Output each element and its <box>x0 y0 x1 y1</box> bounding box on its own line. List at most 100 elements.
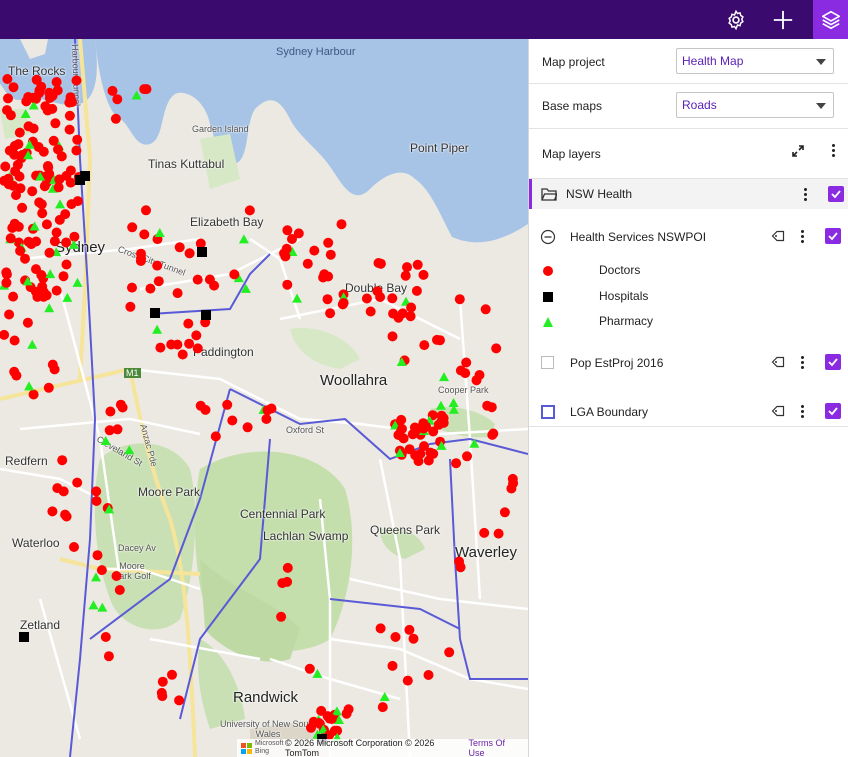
doctor-marker[interactable] <box>304 663 315 674</box>
doctor-marker[interactable] <box>71 75 82 86</box>
group-menu-button[interactable] <box>803 188 807 201</box>
doctor-marker[interactable] <box>47 359 58 370</box>
doctor-marker[interactable] <box>425 447 436 458</box>
doctor-marker[interactable] <box>474 370 485 380</box>
doctor-marker[interactable] <box>499 507 510 518</box>
doctor-marker[interactable] <box>184 248 195 259</box>
doctor-marker[interactable] <box>262 405 273 416</box>
doctor-marker[interactable] <box>52 483 63 494</box>
doctor-marker[interactable] <box>3 173 14 184</box>
doctor-marker[interactable] <box>71 145 82 156</box>
doctor-marker[interactable] <box>107 85 118 96</box>
doctor-marker[interactable] <box>438 417 449 428</box>
doctor-marker[interactable] <box>318 272 329 283</box>
doctor-marker[interactable] <box>282 225 293 236</box>
doctor-marker[interactable] <box>91 486 102 497</box>
doctor-marker[interactable] <box>58 271 69 282</box>
doctor-marker[interactable] <box>210 431 221 442</box>
doctor-marker[interactable] <box>33 142 44 152</box>
doctor-marker[interactable] <box>9 335 20 346</box>
doctor-marker[interactable] <box>387 331 398 342</box>
doctor-marker[interactable] <box>9 366 20 377</box>
doctor-marker[interactable] <box>139 229 150 240</box>
doctor-marker[interactable] <box>486 402 497 413</box>
doctor-marker[interactable] <box>282 576 293 587</box>
pharmacy-marker[interactable] <box>100 436 111 446</box>
doctor-marker[interactable] <box>397 423 407 434</box>
doctor-marker[interactable] <box>15 245 26 256</box>
doctor-marker[interactable] <box>51 285 62 296</box>
doctor-marker[interactable] <box>136 253 147 264</box>
doctor-marker[interactable] <box>69 542 79 552</box>
doctor-marker[interactable] <box>418 269 429 280</box>
doctor-marker[interactable] <box>47 506 58 517</box>
doctor-marker[interactable] <box>41 219 52 230</box>
doctor-marker[interactable] <box>17 202 28 213</box>
doctor-marker[interactable] <box>2 74 13 84</box>
layer-group-nsw-health[interactable]: NSW Health <box>529 179 848 209</box>
doctor-marker[interactable] <box>402 675 413 686</box>
doctor-marker[interactable] <box>174 242 185 253</box>
doctor-marker[interactable] <box>451 458 462 469</box>
doctor-marker[interactable] <box>48 135 59 146</box>
doctor-marker[interactable] <box>115 399 126 410</box>
doctor-marker[interactable] <box>41 290 52 301</box>
doctor-marker[interactable] <box>192 274 203 285</box>
doctor-marker[interactable] <box>396 414 407 425</box>
pharmacy-marker[interactable] <box>20 109 31 119</box>
layers-button[interactable] <box>813 0 848 39</box>
doctor-marker[interactable] <box>114 585 125 595</box>
doctor-marker[interactable] <box>423 670 434 680</box>
doctor-marker[interactable] <box>282 562 293 573</box>
pharmacy-marker[interactable] <box>292 293 303 303</box>
hospital-marker[interactable] <box>75 175 85 185</box>
doctor-marker[interactable] <box>51 227 62 238</box>
doctor-marker[interactable] <box>8 291 19 302</box>
doctor-marker[interactable] <box>293 228 304 239</box>
doctor-marker[interactable] <box>28 389 39 400</box>
doctor-marker[interactable] <box>42 105 53 116</box>
doctor-marker[interactable] <box>200 404 211 415</box>
doctor-marker[interactable] <box>60 209 71 220</box>
doctor-marker[interactable] <box>141 205 151 216</box>
doctor-marker[interactable] <box>479 527 490 538</box>
doctor-marker[interactable] <box>184 338 195 349</box>
doctor-marker[interactable] <box>412 259 423 270</box>
doctor-marker[interactable] <box>373 258 384 268</box>
doctor-marker[interactable] <box>404 624 415 635</box>
layer-pop-estproj[interactable]: Pop EstProj 2016 <box>529 347 848 377</box>
map-layers-menu-button[interactable] <box>831 144 835 157</box>
layer-lga-boundary[interactable]: LGA Boundary <box>529 396 848 427</box>
doctor-marker[interactable] <box>204 274 215 285</box>
doctor-marker[interactable] <box>12 159 23 170</box>
doctor-marker[interactable] <box>398 433 409 444</box>
doctor-marker[interactable] <box>127 282 137 293</box>
doctor-marker[interactable] <box>3 93 13 104</box>
pharmacy-marker[interactable] <box>97 602 108 612</box>
tag-icon[interactable] <box>771 404 785 418</box>
doctor-marker[interactable] <box>244 205 255 216</box>
doctor-marker[interactable] <box>222 399 233 410</box>
layer-checkbox[interactable] <box>825 403 841 419</box>
pharmacy-marker[interactable] <box>154 228 165 238</box>
doctor-marker[interactable] <box>177 349 188 360</box>
doctor-marker[interactable] <box>325 249 336 260</box>
doctor-marker[interactable] <box>282 279 293 290</box>
doctor-marker[interactable] <box>37 208 48 219</box>
doctor-marker[interactable] <box>406 302 417 313</box>
doctor-marker[interactable] <box>51 77 62 87</box>
doctor-marker[interactable] <box>31 74 42 85</box>
pharmacy-marker[interactable] <box>45 269 56 279</box>
layer-menu-button[interactable] <box>800 405 804 418</box>
doctor-marker[interactable] <box>23 236 34 247</box>
doctor-marker[interactable] <box>167 669 177 680</box>
pharmacy-marker[interactable] <box>72 277 83 287</box>
doctor-marker[interactable] <box>507 473 518 484</box>
map-canvas[interactable]: Sydney Harbour The Rocks Harbour Tunnel … <box>0 39 528 757</box>
doctor-marker[interactable] <box>390 632 401 642</box>
doctor-marker[interactable] <box>388 308 399 319</box>
hospital-marker[interactable] <box>150 308 160 318</box>
doctor-marker[interactable] <box>460 368 471 379</box>
doctor-marker[interactable] <box>227 415 238 426</box>
doctor-marker[interactable] <box>361 293 372 304</box>
